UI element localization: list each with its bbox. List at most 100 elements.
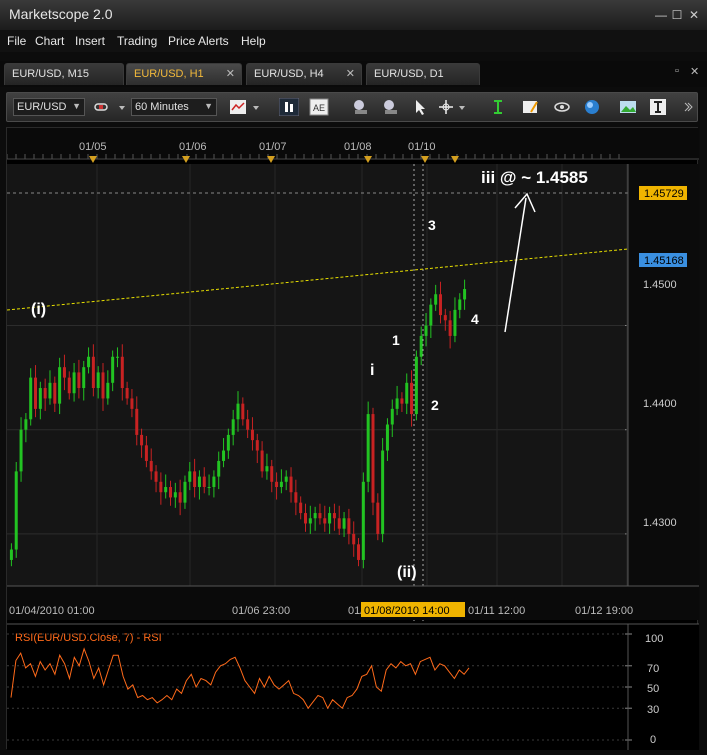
time-axis-label: 01/06 23:00 <box>232 605 290 617</box>
candle-body <box>202 476 206 488</box>
candle-body <box>159 481 163 493</box>
chart-window: 01/05 01/06 01/07 01/08 01/10 1.4500 1.4… <box>6 127 699 750</box>
candle-body <box>9 549 13 560</box>
crosshair-icon[interactable] <box>437 98 455 116</box>
menu-trading[interactable]: Trading <box>117 34 157 48</box>
cursor-icon[interactable] <box>411 98 429 116</box>
tab-eurusd-m15[interactable]: EUR/USD, M15 <box>4 63 124 85</box>
tab-eurusd-h4[interactable]: EUR/USD, H4 ✕ <box>246 63 362 85</box>
menu-file[interactable]: File <box>7 34 26 48</box>
view-icon[interactable] <box>553 98 571 116</box>
chevron-down-icon: ▼ <box>72 101 81 111</box>
candle-body <box>29 377 33 420</box>
candle-body <box>289 476 293 493</box>
candle-body <box>130 398 134 409</box>
rsi-tick-label: 70 <box>647 663 659 675</box>
zoom-out-icon[interactable] <box>381 98 399 116</box>
candle-body <box>260 450 264 472</box>
candle-body <box>275 481 279 488</box>
candle-body <box>405 382 409 404</box>
timeframe-select[interactable]: 60 Minutes ▼ <box>131 98 217 116</box>
candles-icon[interactable] <box>278 97 300 117</box>
menu-insert[interactable]: Insert <box>75 34 105 48</box>
candle-body <box>236 403 240 420</box>
wave-label: 4 <box>471 311 479 327</box>
menu-chart[interactable]: Chart <box>35 34 64 48</box>
tab-label: EUR/USD, H1 <box>134 68 204 80</box>
chart-type-icon[interactable] <box>229 98 247 116</box>
zoom-in-icon[interactable] <box>351 98 369 116</box>
chevron-down-icon[interactable] <box>117 98 127 116</box>
candle-body <box>67 377 71 394</box>
candle-body <box>77 372 81 389</box>
rsi-tick-label: 50 <box>647 683 659 695</box>
chevron-down-icon[interactable] <box>457 98 467 116</box>
candle-body <box>381 450 385 534</box>
candle-body <box>193 471 197 488</box>
candle-body <box>178 492 182 503</box>
indicator-icon[interactable] <box>489 98 507 116</box>
top-date-label: 01/08 <box>344 141 372 153</box>
candle-body <box>395 398 399 409</box>
tab-eurusd-d1[interactable]: EUR/USD, D1 <box>366 63 480 85</box>
top-date-label: 01/06 <box>179 141 207 153</box>
wave-label: 1 <box>392 332 400 348</box>
text-tool-icon[interactable] <box>649 98 667 116</box>
candle-body <box>101 372 105 399</box>
candle-body <box>438 294 442 316</box>
svg-text:AE: AE <box>313 103 325 113</box>
tab-label: EUR/USD, M15 <box>12 68 90 80</box>
menu-help[interactable]: Help <box>241 34 266 48</box>
globe-icon[interactable] <box>583 98 601 116</box>
candle-body <box>385 424 389 451</box>
tab-label: EUR/USD, H4 <box>254 68 324 80</box>
candle-body <box>34 377 38 409</box>
restore-icon[interactable]: ▫ <box>675 65 679 77</box>
candle-body <box>154 471 158 482</box>
minimize-icon[interactable]: — <box>654 8 668 22</box>
close-icon[interactable]: ✕ <box>346 67 355 80</box>
time-axis-label: 01/04/2010 01:00 <box>9 605 95 617</box>
candle-body <box>337 518 341 529</box>
price-chart[interactable]: 01/05 01/06 01/07 01/08 01/10 1.4500 1.4… <box>6 128 699 750</box>
note-icon[interactable] <box>521 98 539 116</box>
candle-body <box>222 450 226 461</box>
price-plot-area[interactable] <box>7 164 628 586</box>
candle-body <box>429 304 433 326</box>
candle-body <box>111 356 115 383</box>
candle-body <box>246 419 250 430</box>
candle-body <box>313 513 317 519</box>
menu-bar: File Chart Insert Trading Price Alerts H… <box>0 30 707 52</box>
tab-label: EUR/USD, D1 <box>374 68 444 80</box>
candle-body <box>279 481 283 488</box>
close-icon[interactable]: ✕ <box>226 67 235 80</box>
price-marker-target-label: 1.45729 <box>644 188 684 200</box>
chevron-down-icon[interactable] <box>251 98 261 116</box>
candle-body <box>371 414 375 503</box>
link-icon[interactable] <box>93 98 109 116</box>
image-icon[interactable] <box>619 98 637 116</box>
wave-label: 2 <box>431 397 439 413</box>
candle-body <box>270 466 274 482</box>
symbol-select[interactable]: EUR/USD ▼ <box>13 98 85 116</box>
candle-body <box>284 476 288 482</box>
toolbar-overflow-icon[interactable] <box>683 98 693 116</box>
candle-body <box>115 356 119 358</box>
candle-body <box>347 518 351 534</box>
menu-price-alerts[interactable]: Price Alerts <box>168 34 229 48</box>
candle-body <box>410 382 414 415</box>
maximize-icon[interactable]: ☐ <box>670 8 684 22</box>
bar-chart-icon[interactable]: AE <box>309 98 329 116</box>
chart-tab-bar: EUR/USD, M15 EUR/USD, H1 ✕ EUR/USD, H4 ✕… <box>0 61 707 87</box>
candle-body <box>400 398 404 404</box>
close-icon[interactable]: ✕ <box>687 8 701 22</box>
candle-body <box>250 429 254 441</box>
app-title: Marketscope 2.0 <box>9 6 113 22</box>
wave-label: (ii) <box>397 564 417 581</box>
candle-body <box>458 299 462 310</box>
candle-body <box>376 502 380 534</box>
candle-body <box>58 367 62 404</box>
tab-eurusd-h1[interactable]: EUR/USD, H1 ✕ <box>126 63 242 85</box>
candle-body <box>183 481 187 503</box>
close-chart-icon[interactable]: ✕ <box>690 65 699 78</box>
